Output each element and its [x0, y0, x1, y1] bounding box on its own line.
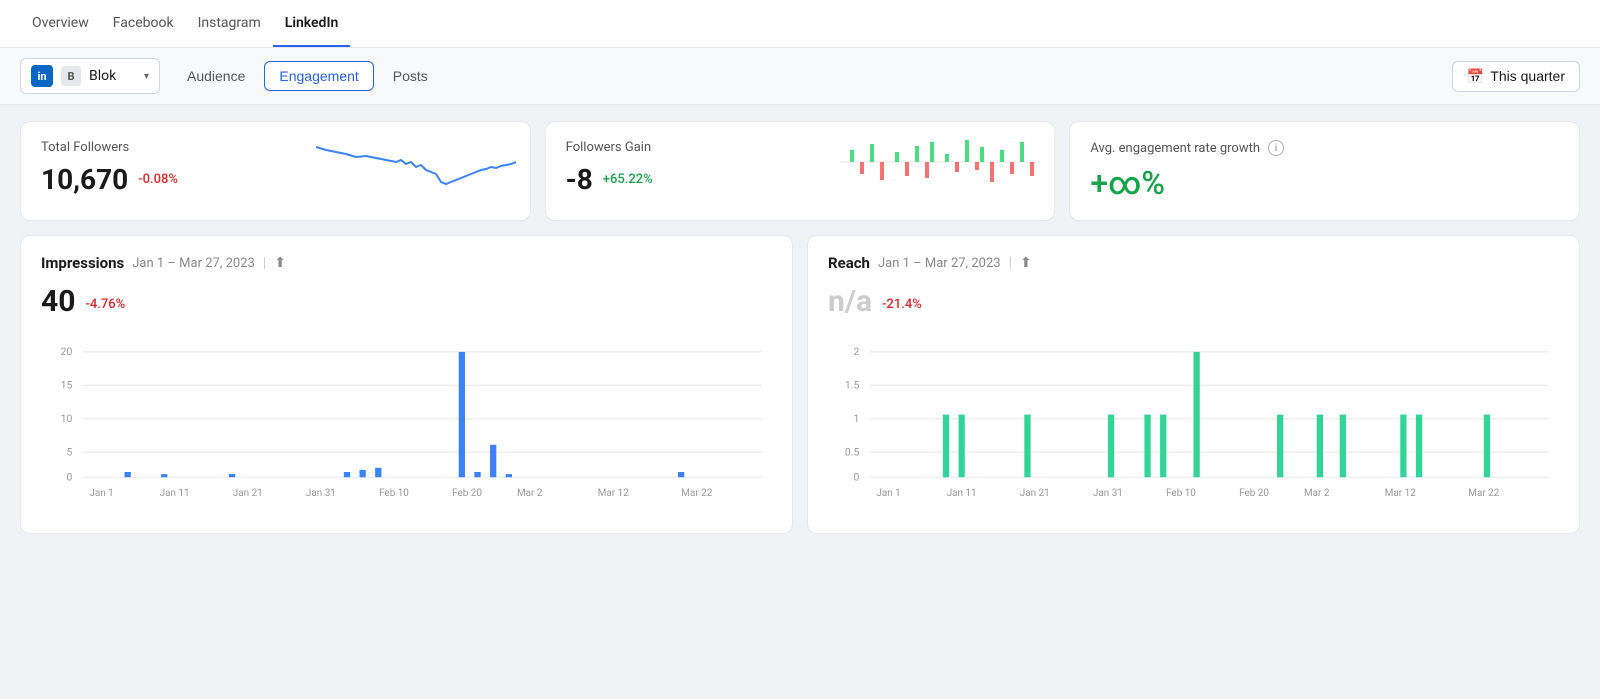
svg-text:Jan 11: Jan 11: [947, 488, 977, 499]
total-followers-chart: [316, 132, 516, 210]
svg-text:Mar 12: Mar 12: [1385, 488, 1416, 499]
chevron-down-icon: ▾: [144, 71, 149, 82]
svg-text:1.5: 1.5: [845, 378, 860, 391]
top-navigation: Overview Facebook Instagram LinkedIn: [0, 0, 1600, 48]
svg-text:Mar 22: Mar 22: [1468, 488, 1499, 499]
reach-chart-svg: 2 1.5 1 0.5 0: [828, 335, 1559, 515]
followers-gain-value: -8: [566, 163, 593, 196]
svg-text:Jan 31: Jan 31: [1093, 488, 1123, 499]
svg-text:Mar 12: Mar 12: [598, 488, 629, 499]
svg-text:Feb 10: Feb 10: [1166, 488, 1196, 499]
svg-text:1: 1: [853, 412, 859, 425]
svg-text:Feb 10: Feb 10: [379, 488, 409, 499]
avg-engagement-title: Avg. engagement rate growth: [1090, 141, 1260, 156]
company-initial: B: [61, 66, 81, 86]
tab-posts[interactable]: Posts: [378, 61, 443, 91]
svg-text:0.5: 0.5: [845, 445, 860, 458]
tab-engagement[interactable]: Engagement: [264, 61, 373, 91]
svg-text:10: 10: [61, 412, 73, 425]
impressions-value: 40: [41, 284, 75, 319]
svg-text:Feb 20: Feb 20: [452, 488, 482, 499]
reach-chart-title: Reach: [828, 254, 870, 272]
followers-gain-change: +65.22%: [603, 172, 653, 187]
reach-bar-chart: 2 1.5 1 0.5 0: [828, 335, 1559, 515]
total-followers-card: Total Followers 10,670 -0.08%: [20, 121, 531, 221]
svg-text:Jan 21: Jan 21: [1020, 488, 1050, 499]
reach-export-icon[interactable]: ⬆: [1020, 255, 1032, 271]
mini-bar-svg: [840, 132, 1040, 192]
svg-text:Jan 11: Jan 11: [160, 488, 190, 499]
total-followers-change: -0.08%: [138, 172, 178, 187]
total-followers-value: 10,670: [41, 163, 128, 196]
sparkline-svg: [316, 132, 516, 192]
reach-chart-header: Reach Jan 1 – Mar 27, 2023 | ⬆: [828, 254, 1559, 272]
company-selector[interactable]: in B Blok ▾: [20, 58, 160, 94]
info-icon[interactable]: i: [1268, 140, 1284, 156]
reach-value: n/a: [828, 284, 872, 319]
impressions-chart-svg: 20 15 10 5 0: [41, 335, 772, 515]
avg-engagement-value: +∞%: [1090, 164, 1165, 202]
avg-engagement-card: Avg. engagement rate growth i +∞%: [1069, 121, 1580, 221]
svg-text:15: 15: [61, 378, 73, 391]
svg-text:0: 0: [853, 470, 859, 483]
nav-instagram[interactable]: Instagram: [186, 1, 273, 47]
svg-text:Jan 21: Jan 21: [233, 488, 263, 499]
nav-facebook[interactable]: Facebook: [101, 1, 186, 47]
svg-text:0: 0: [66, 470, 72, 483]
svg-text:Jan 1: Jan 1: [89, 488, 113, 499]
calendar-icon: 📅: [1467, 68, 1484, 85]
impressions-bar-chart: 20 15 10 5 0: [41, 335, 772, 515]
toolbar: in B Blok ▾ Audience Engagement Posts 📅 …: [0, 48, 1600, 105]
followers-gain-card: Followers Gain -8 +65.22%: [545, 121, 1056, 221]
followers-gain-chart: [840, 132, 1040, 210]
svg-text:Mar 2: Mar 2: [1304, 488, 1330, 499]
impressions-chart-card: Impressions Jan 1 – Mar 27, 2023 | ⬆ 40 …: [20, 235, 793, 534]
svg-text:5: 5: [66, 445, 72, 458]
svg-text:Jan 31: Jan 31: [306, 488, 336, 499]
impressions-chart-title: Impressions: [41, 254, 124, 272]
svg-text:20: 20: [61, 345, 73, 358]
reach-change: -21.4%: [882, 297, 922, 312]
impressions-export-icon[interactable]: ⬆: [274, 255, 286, 271]
reach-date-range: Jan 1 – Mar 27, 2023: [878, 256, 1001, 271]
nav-overview[interactable]: Overview: [20, 1, 101, 47]
nav-linkedin[interactable]: LinkedIn: [273, 1, 351, 47]
impressions-chart-header: Impressions Jan 1 – Mar 27, 2023 | ⬆: [41, 254, 772, 272]
impressions-date-range: Jan 1 – Mar 27, 2023: [132, 256, 255, 271]
reach-chart-card: Reach Jan 1 – Mar 27, 2023 | ⬆ n/a -21.4…: [807, 235, 1580, 534]
svg-text:Mar 2: Mar 2: [517, 488, 543, 499]
avg-engagement-value-row: +∞%: [1090, 164, 1559, 202]
date-filter-button[interactable]: 📅 This quarter: [1452, 61, 1580, 92]
svg-text:2: 2: [853, 345, 859, 358]
svg-text:Jan 1: Jan 1: [876, 488, 900, 499]
view-tabs: Audience Engagement Posts: [172, 61, 443, 91]
company-name: Blok: [89, 68, 136, 84]
summary-cards: Total Followers 10,670 -0.08% Followers …: [20, 121, 1580, 221]
impressions-change: -4.76%: [85, 297, 125, 312]
main-content: Total Followers 10,670 -0.08% Followers …: [0, 105, 1600, 550]
svg-text:Mar 22: Mar 22: [681, 488, 712, 499]
svg-text:Feb 20: Feb 20: [1239, 488, 1269, 499]
date-filter-label: This quarter: [1490, 68, 1565, 84]
linkedin-logo-icon: in: [31, 65, 53, 87]
charts-row: Impressions Jan 1 – Mar 27, 2023 | ⬆ 40 …: [20, 235, 1580, 534]
tab-audience[interactable]: Audience: [172, 61, 260, 91]
